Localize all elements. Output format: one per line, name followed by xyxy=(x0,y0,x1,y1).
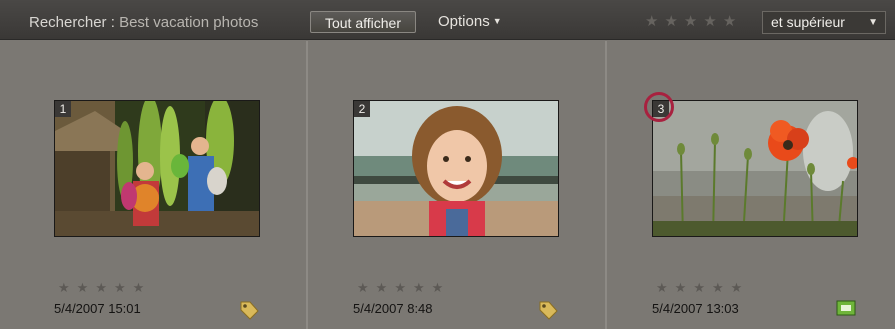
chevron-down-icon: ▼ xyxy=(868,17,878,28)
rating-filter-select[interactable]: et supérieur ▼ xyxy=(762,11,886,34)
photo-date: 5/4/2007 13:03 xyxy=(652,301,739,316)
star-icon[interactable]: ★ xyxy=(357,281,369,294)
rating-filter-stars[interactable]: ★ ★ ★ ★ ★ xyxy=(645,14,736,29)
star-icon[interactable]: ★ xyxy=(703,14,716,29)
star-icon[interactable]: ★ xyxy=(133,281,145,294)
photo-number: 1 xyxy=(55,101,71,117)
star-icon[interactable]: ★ xyxy=(645,14,658,29)
photo-rating-stars[interactable]: ★ ★ ★ ★ ★ xyxy=(656,281,742,294)
search-term: Best vacation photos xyxy=(119,14,259,31)
star-icon[interactable]: ★ xyxy=(114,281,126,294)
selection-highlight-ring xyxy=(644,92,674,122)
options-menu-button[interactable]: Options ▼ xyxy=(438,13,502,30)
search-separator: : xyxy=(106,14,120,31)
photo-cell[interactable]: 3 ★ ★ ★ ★ ★ 5/4/2007 13:03 xyxy=(607,41,895,329)
star-icon[interactable]: ★ xyxy=(95,281,107,294)
rating-filter-value: et supérieur xyxy=(771,14,845,30)
photo-number: 2 xyxy=(354,101,370,117)
photo-rating-stars[interactable]: ★ ★ ★ ★ ★ xyxy=(357,281,443,294)
search-label: Rechercher : Best vacation photos xyxy=(29,14,258,31)
photo-date: 5/4/2007 15:01 xyxy=(54,301,141,316)
star-icon[interactable]: ★ xyxy=(684,14,697,29)
star-icon[interactable]: ★ xyxy=(675,281,687,294)
photo-image xyxy=(354,101,558,236)
star-icon[interactable]: ★ xyxy=(432,281,444,294)
star-icon[interactable]: ★ xyxy=(693,281,705,294)
photo-date: 5/4/2007 8:48 xyxy=(353,301,433,316)
tag-icon[interactable] xyxy=(537,300,559,320)
show-all-button[interactable]: Tout afficher xyxy=(310,11,416,33)
tag-icon[interactable] xyxy=(238,300,260,320)
media-icon[interactable] xyxy=(836,300,856,316)
search-toolbar: Rechercher : Best vacation photos Tout a… xyxy=(0,0,895,40)
caret-down-icon: ▼ xyxy=(492,16,502,26)
star-icon[interactable]: ★ xyxy=(77,281,89,294)
star-icon[interactable]: ★ xyxy=(731,281,743,294)
star-icon[interactable]: ★ xyxy=(58,281,70,294)
photo-thumbnail-girl-portrait[interactable]: 2 xyxy=(353,100,559,237)
photo-thumbnail-poppies[interactable]: 3 xyxy=(652,100,858,237)
star-icon[interactable]: ★ xyxy=(712,281,724,294)
star-icon[interactable]: ★ xyxy=(376,281,388,294)
photo-cell[interactable]: 1 ★ ★ ★ ★ ★ 5/4/2007 15:01 xyxy=(0,41,308,329)
photo-image xyxy=(653,101,857,236)
star-icon[interactable]: ★ xyxy=(413,281,425,294)
photo-image xyxy=(55,101,259,236)
photo-rating-stars[interactable]: ★ ★ ★ ★ ★ xyxy=(58,281,144,294)
star-icon[interactable]: ★ xyxy=(656,281,668,294)
star-icon[interactable]: ★ xyxy=(723,14,736,29)
star-icon[interactable]: ★ xyxy=(664,14,677,29)
photo-cell[interactable]: 2 ★ ★ ★ ★ ★ 5/4/2007 8:48 xyxy=(308,41,607,329)
photo-thumbnail-kids-costumes[interactable]: 1 xyxy=(54,100,260,237)
star-icon[interactable]: ★ xyxy=(394,281,406,294)
options-label: Options xyxy=(438,13,490,30)
search-label-text: Rechercher xyxy=(29,14,107,31)
